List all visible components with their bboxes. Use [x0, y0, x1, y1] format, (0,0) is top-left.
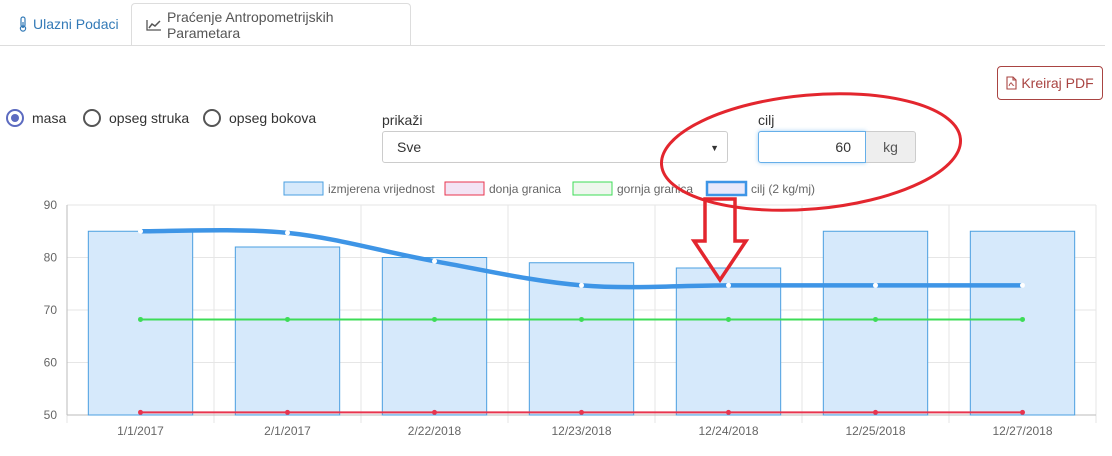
lower-limit-point	[138, 409, 143, 415]
legend-swatch	[444, 181, 485, 196]
x-axis-ticks: 1/1/2017 2/1/2017 2/22/2018 12/23/2018 12/24…	[117, 424, 1053, 438]
goal-point	[285, 230, 290, 236]
legend-swatch	[572, 181, 613, 196]
x-tick-label: 2/22/2018	[408, 424, 462, 438]
lower-limit-point	[579, 409, 584, 415]
goal-point	[873, 282, 878, 288]
highlight-ellipse	[659, 92, 963, 212]
bar-series	[87, 230, 1076, 416]
bar	[969, 230, 1076, 416]
goal-point	[138, 228, 143, 234]
y-tick-label: 90	[44, 198, 58, 212]
upper-limit-point	[432, 316, 437, 322]
y-tick-label: 70	[44, 303, 58, 317]
lower-limit-point	[873, 409, 878, 415]
upper-limit-point	[1020, 316, 1025, 322]
bar	[234, 246, 341, 416]
legend-label: cilj (2 kg/mj)	[751, 182, 815, 196]
lower-limit-point	[726, 409, 731, 415]
x-tick-label: 12/27/2018	[992, 424, 1052, 438]
goal-point	[432, 258, 437, 264]
bar	[381, 257, 488, 416]
lower-limit-point	[285, 409, 290, 415]
upper-limit-point	[726, 316, 731, 322]
x-tick-label: 12/24/2018	[698, 424, 758, 438]
legend-swatch	[283, 181, 324, 196]
legend-label: donja granica	[489, 182, 561, 196]
y-axis-ticks: 50 60 70 80 90	[44, 198, 58, 422]
goal-point	[1020, 282, 1025, 288]
upper-limit-point	[285, 316, 290, 322]
bar	[87, 230, 194, 416]
x-tick-label: 1/1/2017	[117, 424, 164, 438]
x-tick-label: 12/23/2018	[551, 424, 611, 438]
bar	[822, 230, 929, 416]
chart: izmjerena vrijednost donja granica gornja …	[44, 92, 1097, 438]
bar	[675, 267, 782, 416]
goal-point	[726, 282, 731, 288]
x-tick-label: 12/25/2018	[845, 424, 905, 438]
lower-limit-point	[1020, 409, 1025, 415]
legend-swatch	[705, 180, 748, 197]
x-tick-label: 2/1/2017	[264, 424, 311, 438]
y-tick-label: 50	[44, 408, 58, 422]
upper-limit-point	[138, 316, 143, 322]
y-tick-label: 80	[44, 251, 58, 265]
lower-limit-point	[432, 409, 437, 415]
upper-limit-point	[873, 316, 878, 322]
chart-legend: izmjerena vrijednost donja granica gornja …	[283, 180, 815, 197]
upper-limit-point	[579, 316, 584, 322]
goal-point	[579, 282, 584, 288]
y-tick-label: 60	[44, 356, 58, 370]
legend-label: izmjerena vrijednost	[328, 182, 435, 196]
